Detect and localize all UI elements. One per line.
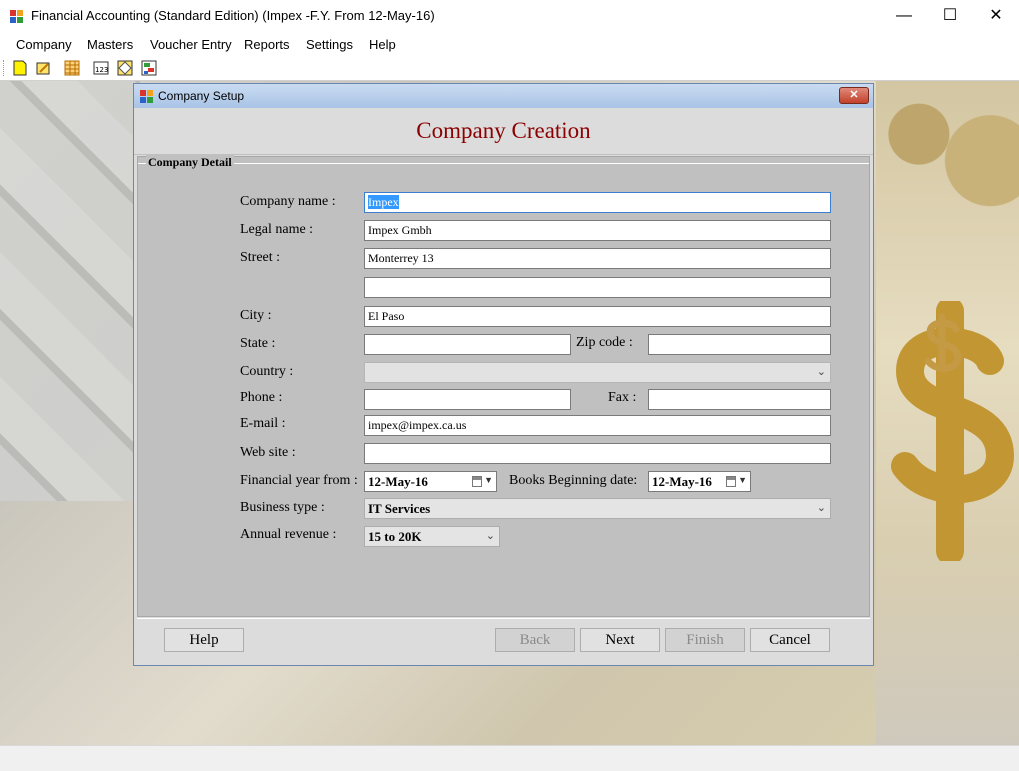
dialog-heading: Company Creation (134, 108, 873, 155)
grid-icon[interactable] (63, 59, 81, 77)
cancel-button[interactable]: Cancel (750, 628, 830, 652)
company-name-value: Impex (368, 195, 399, 209)
email-input[interactable]: impex@impex.ca.us (364, 415, 831, 436)
zip-code-label: Zip code : (576, 335, 633, 350)
dialog-title-bar: Company Setup ✕ (134, 84, 873, 108)
country-select[interactable]: ⌄ (364, 362, 831, 383)
close-button[interactable]: ✕ (973, 0, 1019, 32)
menu-bar: Company Masters Voucher Entry Reports Se… (0, 32, 1019, 56)
calendar-icon[interactable] (726, 476, 736, 487)
dialog-button-bar: Help Back Next Finish Cancel (137, 618, 870, 663)
annual-revenue-label: Annual revenue : (240, 527, 337, 542)
financial-year-date-picker[interactable]: 12-May-16 ▼ (364, 471, 497, 492)
company-name-label: Company name : (240, 194, 336, 209)
dropdown-arrow-icon[interactable]: ▼ (738, 475, 747, 485)
calculator-keys-image (0, 81, 140, 501)
close-icon: ✕ (989, 7, 1003, 24)
back-button[interactable]: Back (495, 628, 575, 652)
street-label: Street : (240, 250, 281, 265)
toolbar-grip (3, 60, 6, 76)
city-label: City : (240, 308, 272, 323)
chevron-down-icon: ⌄ (816, 502, 826, 514)
business-type-label: Business type : (240, 500, 325, 515)
app-icon (10, 10, 23, 23)
window-title: Financial Accounting (Standard Edition) … (31, 8, 435, 23)
company-setup-dialog: Company Setup ✕ Company Creation Company… (133, 83, 874, 666)
financial-year-label: Financial year from : (240, 473, 358, 488)
maximize-button[interactable]: ☐ (927, 0, 973, 32)
street2-input[interactable] (364, 277, 831, 298)
minimize-button[interactable]: — (881, 0, 927, 32)
minimize-icon: — (896, 7, 912, 24)
status-strip (0, 745, 1019, 771)
annual-revenue-value: 15 to 20K (368, 529, 422, 544)
website-label: Web site : (240, 445, 296, 460)
legal-name-label: Legal name : (240, 222, 314, 237)
business-type-select[interactable]: IT Services ⌄ (364, 498, 831, 519)
diamond-icon[interactable] (116, 59, 134, 77)
country-label: Country : (240, 364, 294, 379)
state-input[interactable] (364, 334, 571, 355)
window-title-bar: Financial Accounting (Standard Edition) … (0, 0, 1019, 32)
menu-masters[interactable]: Masters (87, 37, 133, 52)
chart-icon[interactable] (140, 59, 158, 77)
chevron-down-icon: ⌄ (816, 366, 826, 378)
company-detail-group: Company Detail Company name : Legal name… (137, 155, 870, 617)
chevron-down-icon: ⌄ (485, 530, 495, 542)
group-label: Company Detail (146, 155, 234, 170)
dialog-title: Company Setup (158, 89, 245, 103)
fax-input[interactable] (648, 389, 831, 410)
dialog-app-icon (140, 90, 153, 103)
fax-label: Fax : (608, 390, 637, 405)
dropdown-arrow-icon[interactable]: ▼ (484, 475, 493, 485)
legal-name-input[interactable]: Impex Gmbh (364, 220, 831, 241)
books-beginning-value: 12-May-16 (652, 474, 712, 489)
finish-button[interactable]: Finish (665, 628, 745, 652)
menu-help[interactable]: Help (369, 37, 396, 52)
annual-revenue-select[interactable]: 15 to 20K ⌄ (364, 526, 500, 547)
maximize-icon: ☐ (942, 7, 958, 24)
open-icon[interactable] (35, 59, 53, 77)
help-button[interactable]: Help (164, 628, 244, 652)
books-beginning-label: Books Beginning date: (509, 473, 638, 488)
phone-label: Phone : (240, 390, 283, 405)
calculator-icon[interactable]: 123 (92, 59, 110, 77)
website-input[interactable] (364, 443, 831, 464)
business-type-value: IT Services (368, 501, 431, 516)
financial-year-value: 12-May-16 (368, 474, 428, 489)
phone-input[interactable] (364, 389, 571, 410)
email-label: E-mail : (240, 416, 286, 431)
street-input[interactable]: Monterrey 13 (364, 248, 831, 269)
menu-reports[interactable]: Reports (244, 37, 290, 52)
svg-text:123: 123 (95, 66, 108, 74)
menu-settings[interactable]: Settings (306, 37, 353, 52)
menu-company[interactable]: Company (16, 37, 72, 52)
dialog-close-button[interactable]: ✕ (839, 87, 869, 104)
books-beginning-date-picker[interactable]: 12-May-16 ▼ (648, 471, 751, 492)
city-input[interactable]: El Paso (364, 306, 831, 327)
menu-voucher-entry[interactable]: Voucher Entry (150, 37, 232, 52)
close-icon: ✕ (849, 89, 859, 101)
small-dollar-image (924, 313, 962, 373)
new-icon[interactable] (11, 59, 29, 77)
state-label: State : (240, 336, 276, 351)
calendar-icon[interactable] (472, 476, 482, 487)
toolbar: 123 (0, 56, 1019, 81)
next-button[interactable]: Next (580, 628, 660, 652)
zip-code-input[interactable] (648, 334, 831, 355)
company-name-input[interactable]: Impex (364, 192, 831, 213)
